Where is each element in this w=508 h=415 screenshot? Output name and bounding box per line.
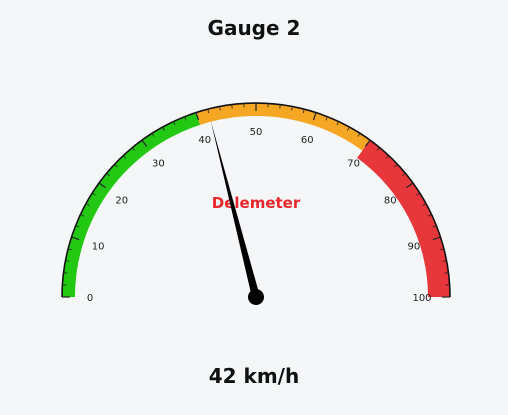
tick-label-50: 50 [250, 127, 263, 138]
tick-label-0: 0 [87, 293, 93, 304]
minor-tick [279, 104, 281, 109]
tick-label-10: 10 [92, 242, 105, 253]
minor-tick [231, 104, 233, 109]
needle-hub [248, 289, 264, 305]
gauge-needle-group [210, 120, 264, 305]
gauge-chart: Gauge 2 0 10 20 30 40 50 60 70 80 90 100 Delemeter… [0, 0, 508, 415]
tick-label-80: 80 [384, 195, 397, 206]
minor-tick [63, 272, 68, 274]
tick-label-70: 70 [347, 159, 360, 170]
tick-label-90: 90 [408, 242, 421, 253]
gauge-band-2 [357, 140, 450, 297]
gauge-caption: Delemeter [212, 194, 301, 212]
gauge-svg: 0 10 20 30 40 50 60 70 80 90 100 Delemeter [61, 102, 451, 305]
tick-label-20: 20 [115, 195, 128, 206]
minor-tick [444, 272, 449, 274]
tick-label-100: 100 [412, 293, 431, 304]
tick-label-60: 60 [301, 135, 314, 146]
tick-label-30: 30 [152, 159, 165, 170]
gauge-band-1 [196, 102, 371, 151]
gauge-value-readout: 42 km/h [208, 364, 300, 388]
tick-label-40: 40 [198, 135, 211, 146]
gauge-band-0 [62, 112, 201, 298]
